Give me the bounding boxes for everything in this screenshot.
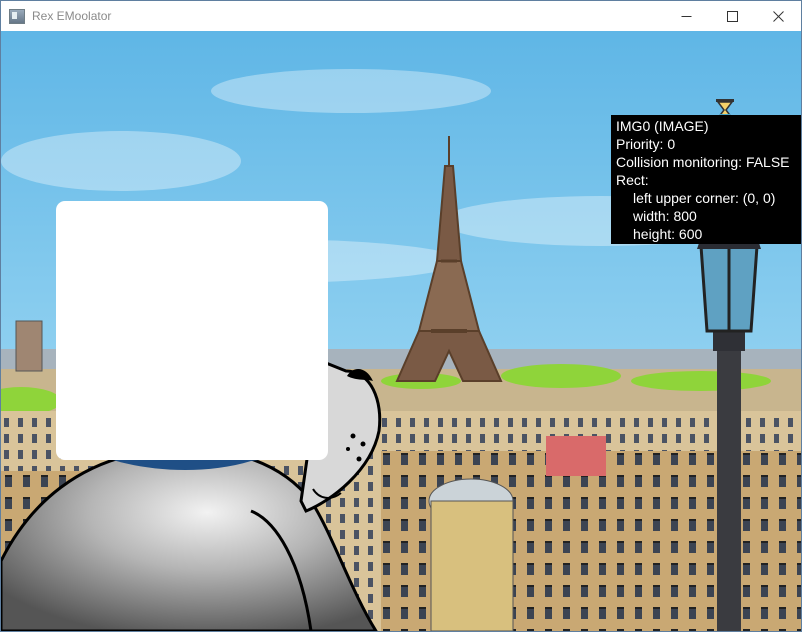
maximize-icon (726, 10, 738, 22)
info-priority: Priority: 0 (616, 136, 676, 152)
info-title: IMG0 (IMAGE) (616, 118, 709, 134)
close-icon (772, 10, 784, 22)
maximize-button[interactable] (709, 1, 755, 31)
info-corner: left upper corner: (0, 0) (633, 190, 776, 206)
game-viewport[interactable]: IMG0 (IMAGE) Priority: 0 Collision monit… (1, 31, 801, 631)
app-icon (9, 8, 25, 24)
info-height: height: 600 (633, 226, 703, 242)
info-rect-label: Rect: (616, 172, 649, 188)
window-title: Rex EMoolator (32, 9, 112, 23)
info-collision: Collision monitoring: FALSE (616, 154, 790, 170)
info-width: width: 800 (633, 208, 697, 224)
minimize-icon (681, 15, 691, 17)
window-controls (663, 1, 801, 31)
title-bar[interactable]: Rex EMoolator (1, 1, 801, 31)
blank-overlay-card (56, 201, 328, 460)
minimize-button[interactable] (663, 1, 709, 31)
close-button[interactable] (755, 1, 801, 31)
app-window: Rex EMoolator IMG0 (IMAGE) Priority: 0 C… (0, 0, 802, 632)
object-info-panel: IMG0 (IMAGE) Priority: 0 Collision monit… (611, 115, 801, 244)
